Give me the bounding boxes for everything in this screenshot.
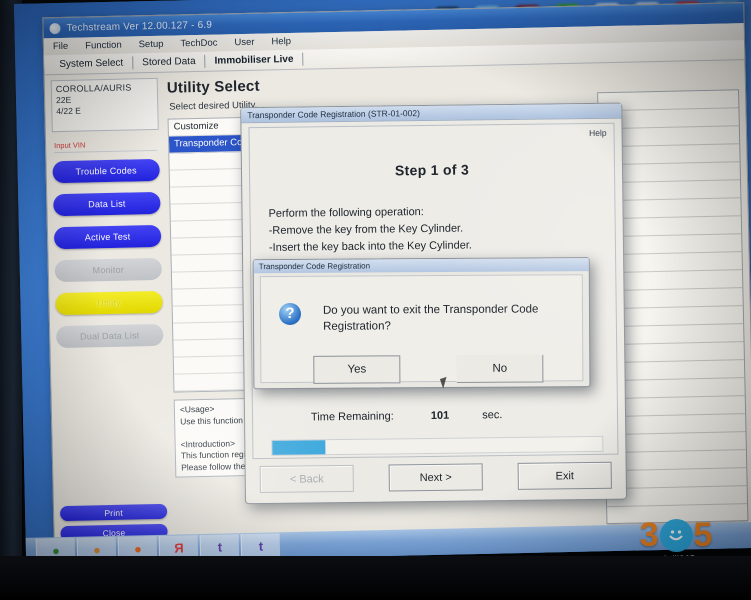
menu-item-techdoc[interactable]: TechDoc — [180, 38, 217, 50]
time-remaining-value: 101 — [430, 409, 450, 422]
screen-content: Techstream Ver 12.00.127 - 6.9 File Func… — [14, 0, 751, 564]
exit-confirm-dialog: Transponder Code Registration ? Do you w… — [252, 257, 591, 390]
techstream-icon — [49, 22, 61, 34]
confirm-dialog-title-bar: Transponder Code Registration — [253, 258, 589, 274]
vin-divider — [54, 149, 158, 154]
window-title: Techstream Ver 12.00.127 - 6.9 — [66, 19, 213, 34]
menu-item-user[interactable]: User — [234, 37, 254, 48]
instruction-line-3: -Insert the key back into the Key Cylind… — [268, 239, 472, 254]
progress-bar-fill — [272, 440, 326, 455]
exit-button[interactable]: Exit — [517, 461, 612, 490]
watermark-smiley-icon — [659, 518, 693, 552]
usage-title: <Usage> — [179, 403, 215, 415]
question-icon: ? — [278, 302, 302, 326]
watermark-logo: 3 5 — [639, 516, 713, 554]
sidebar-button-dual-data-list: Dual Data List — [56, 323, 164, 349]
monitor-bezel-bottom — [0, 556, 751, 600]
confirm-message: Do you want to exit the Transponder Code… — [322, 303, 539, 333]
vehicle-model: COROLLA/AURIS — [55, 82, 132, 95]
sidebar-button-active-test[interactable]: Active Test — [53, 224, 162, 250]
vehicle-line3: 4/22 E — [56, 105, 82, 117]
help-link[interactable]: Help — [589, 128, 607, 138]
dialog-buttons: < Back Next > Exit — [259, 461, 612, 494]
back-button: < Back — [259, 464, 354, 494]
photographed-screen: Techstream Ver 12.00.127 - 6.9 File Func… — [0, 0, 751, 600]
menu-item-setup[interactable]: Setup — [139, 39, 164, 51]
vehicle-line2: 22E — [55, 94, 72, 106]
menu-item-help[interactable]: Help — [271, 36, 291, 47]
sidebar-button-utility[interactable]: Utility — [55, 290, 163, 316]
sidebar-button-trouble-codes[interactable]: Trouble Codes — [52, 158, 160, 184]
tab-system-select[interactable]: System Select — [50, 56, 134, 72]
no-button[interactable]: No — [456, 354, 544, 383]
sidebar: COROLLA/AURIS 22E 4/22 E Input VIN Troub… — [45, 72, 173, 554]
sidebar-button-monitor: Monitor — [54, 257, 163, 283]
tor-icon-2[interactable]: t — [240, 533, 281, 559]
sidebar-button-data-list[interactable]: Data List — [53, 191, 161, 217]
instructions: Perform the following operation: -Remove… — [268, 202, 615, 257]
menu-item-function[interactable]: Function — [85, 40, 122, 52]
progress-bar — [271, 435, 604, 456]
time-remaining-unit: sec. — [482, 409, 503, 422]
yes-button[interactable]: Yes — [313, 355, 401, 384]
input-vin-label[interactable]: Input VIN — [54, 139, 159, 150]
watermark-digit-3: 3 — [639, 516, 659, 554]
time-remaining-label: Time Remaining: — [310, 410, 394, 424]
menu-item-file[interactable]: File — [53, 41, 69, 52]
confirm-buttons: Yes No — [313, 354, 544, 384]
vehicle-info-panel: COROLLA/AURIS 22E 4/22 E — [50, 77, 159, 133]
tab-immobiliser-live[interactable]: Immobiliser Live — [205, 52, 304, 68]
confirm-dialog-content: ? Do you want to exit the Transponder Co… — [259, 274, 584, 384]
step-indicator: Step 1 of 3 — [394, 161, 470, 179]
tab-stored-data[interactable]: Stored Data — [133, 54, 206, 70]
next-button[interactable]: Next > — [388, 463, 483, 492]
print-button[interactable]: Print — [59, 503, 168, 522]
time-remaining: Time Remaining: 101 sec. — [311, 409, 503, 423]
intro-title: <Introduction> — [180, 437, 236, 449]
dialog-title-bar: Transponder Code Registration (STR-01-00… — [241, 103, 622, 124]
watermark-digit-5: 5 — [693, 516, 713, 554]
